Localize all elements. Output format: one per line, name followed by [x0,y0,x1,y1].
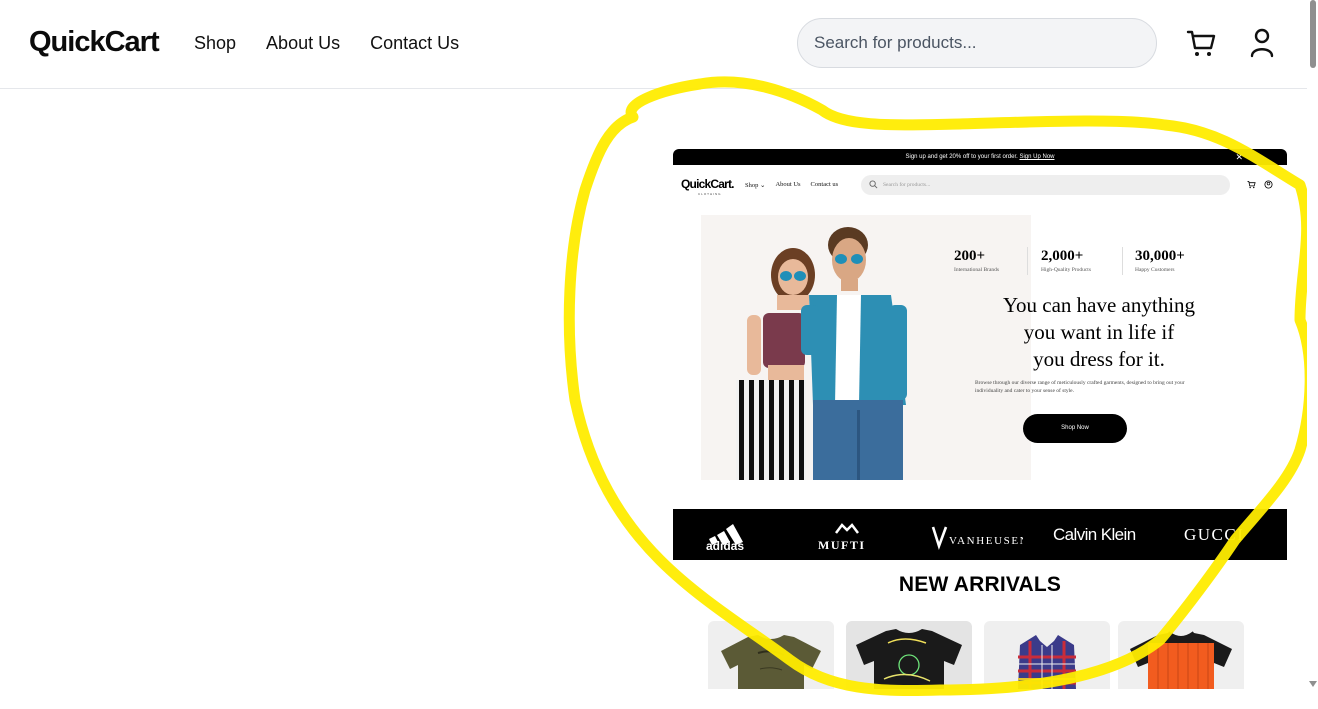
mini-nav-shop[interactable]: Shop ⌄ [745,181,765,189]
brand-label: Calvin Klein [1053,524,1136,544]
brand-mufti[interactable]: MUFTI [816,509,878,560]
brand-label: adidas [706,539,744,551]
nav-about-us[interactable]: About Us [266,33,340,54]
black-tshirt-image [856,629,962,689]
nav-contact-us[interactable]: Contact Us [370,33,459,54]
product-card-checked-shirt[interactable] [984,621,1110,689]
promo-signup-link[interactable]: Sign Up Now [1019,154,1054,160]
headline-line: You can have anything [1002,293,1196,317]
mini-nav-about[interactable]: About Us [775,181,800,189]
mini-nav-contact[interactable]: Contact us [811,181,839,189]
embedded-screenshot: Sign up and get 20% off to your first or… [673,149,1287,689]
shop-now-button[interactable]: Shop Now [1023,414,1127,443]
olive-tshirt-image [721,635,821,689]
promo-text: Sign up and get 20% off to your first or… [905,154,1020,160]
scroll-down-arrow-icon[interactable] [1309,681,1317,687]
hero-headline: You can have anything you want in life i… [969,292,1229,373]
scroll-thumb[interactable] [1310,0,1316,68]
brand-strip: adidas MUFTI VANHEUSEN Calvin Klein GUCC… [673,509,1287,560]
user-icon[interactable] [1247,26,1279,60]
site-logo[interactable]: QuickCart [29,26,160,59]
stat-label: Happy Customers [1135,267,1175,273]
hero-description: Browse through our diverse range of meti… [975,380,1185,394]
stat-label: High-Quality Products [1041,267,1091,273]
close-icon[interactable]: ✕ [1235,149,1243,165]
mini-search-input[interactable]: Search for products... [861,175,1230,195]
search-icon [869,180,878,189]
search-input[interactable] [797,18,1157,68]
checked-shirt-image [1018,635,1076,689]
mini-user-icon[interactable] [1264,180,1273,189]
mini-nav: Shop ⌄ About Us Contact us [745,181,838,189]
brand-gucci[interactable]: GUCCI [1184,509,1244,560]
stat-divider [1027,247,1028,275]
brand-vanheusen[interactable]: VANHEUSEN [931,509,1023,560]
headline-line: you dress for it. [1033,347,1165,371]
new-arrivals-title: NEW ARRIVALS [898,573,1062,596]
main-nav: Shop About Us Contact Us [194,33,459,54]
brand-calvin-klein[interactable]: Calvin Klein [1053,509,1136,560]
brand-label: GUCCI [1184,524,1245,544]
stat-label: International Brands [954,267,1000,273]
mini-logo[interactable]: QuickCart. [681,177,734,191]
stat-products: 2,000+ High-Quality Products [1041,248,1091,273]
mini-cart-icon[interactable] [1247,180,1256,189]
product-card-olive-tee[interactable] [708,621,834,689]
brand-label: MUFTI [818,538,866,551]
promo-bar: Sign up and get 20% off to your first or… [673,149,1287,165]
orange-tshirt-image [1130,631,1232,689]
vanheusen-logo-icon: VANHEUSEN [931,526,1023,550]
stat-value: 30,000+ [1135,248,1185,264]
brand-adidas[interactable]: adidas [705,509,751,560]
adidas-logo-icon: adidas [706,523,744,551]
product-card-black-tee[interactable] [846,621,972,689]
nav-shop[interactable]: Shop [194,33,236,54]
headline-line: you want in life if [1023,320,1175,344]
stat-customers: 30,000+ Happy Customers [1135,248,1185,273]
mufti-logo-icon: MUFTI [818,522,866,551]
mini-logo-sub: CLOTHING [698,192,722,196]
brand-label: VANHEUSEN [949,535,1023,547]
site-header: QuickCart Shop About Us Contact Us [0,0,1307,89]
stat-divider [1122,247,1123,275]
stat-value: 200+ [954,248,986,264]
stat-value: 2,000+ [1041,248,1084,264]
page-scrollbar[interactable] [1307,0,1318,709]
product-card-orange-tee[interactable] [1118,621,1244,689]
cart-icon[interactable] [1185,26,1217,60]
stat-brands: 200+ International Brands [954,248,999,273]
